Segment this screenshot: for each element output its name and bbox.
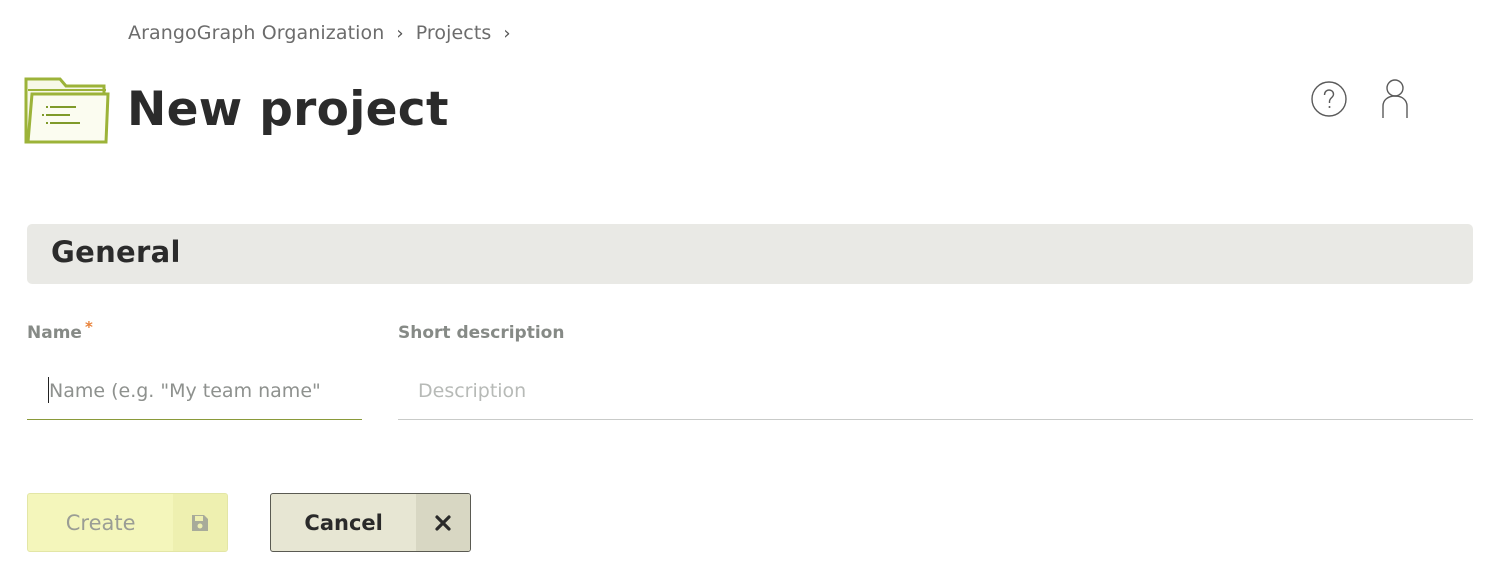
- close-icon: [416, 494, 470, 551]
- breadcrumb-item-projects[interactable]: Projects: [416, 22, 492, 44]
- create-button-label: Create: [65, 510, 136, 535]
- save-icon: [173, 494, 227, 551]
- page: ArangoGraph Organization › Projects › Ne…: [0, 0, 1500, 579]
- name-label: Name *: [27, 318, 93, 343]
- description-label: Short description: [398, 323, 565, 343]
- section-title: General: [51, 235, 181, 269]
- required-marker: *: [84, 318, 93, 336]
- breadcrumb-item-organization[interactable]: ArangoGraph Organization: [128, 22, 384, 44]
- cancel-button-label: Cancel: [304, 510, 383, 535]
- name-input[interactable]: [27, 362, 362, 420]
- create-button[interactable]: Create: [27, 493, 228, 552]
- breadcrumb-separator: ›: [396, 22, 404, 44]
- text-caret: [48, 377, 49, 403]
- page-title: New project: [127, 82, 449, 137]
- cancel-button[interactable]: Cancel: [270, 493, 471, 552]
- folder-icon: [24, 77, 110, 144]
- help-icon[interactable]: [1310, 80, 1348, 118]
- breadcrumb: ArangoGraph Organization › Projects ›: [128, 22, 523, 44]
- breadcrumb-separator: ›: [503, 22, 511, 44]
- description-input[interactable]: [398, 362, 1473, 420]
- section-header-general: General: [27, 224, 1473, 284]
- user-icon[interactable]: [1378, 78, 1412, 118]
- name-label-text: Name: [27, 323, 82, 343]
